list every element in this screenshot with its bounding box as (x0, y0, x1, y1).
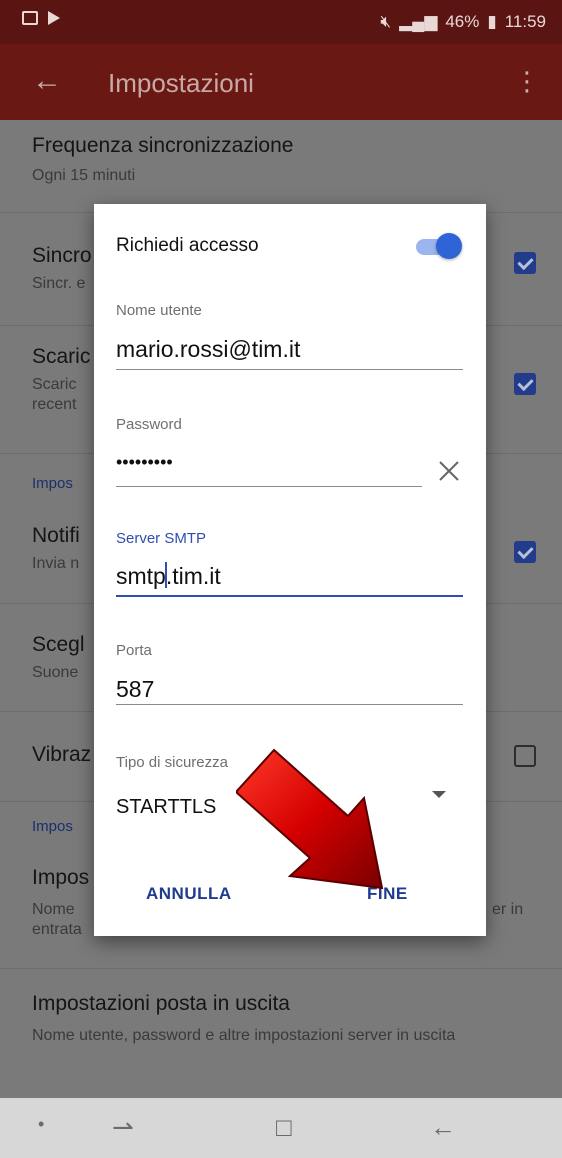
mute-icon: 🔇︎ (380, 12, 392, 31)
battery-icon: ▮ (487, 12, 497, 31)
require-access-toggle[interactable] (436, 233, 462, 259)
username-field[interactable]: mario.rossi@tim.it (116, 336, 300, 363)
app-bar: ← Impostazioni ⋮ (0, 44, 562, 120)
setting-title: Notifi (32, 524, 80, 547)
smtp-server-field[interactable]: smtp.tim.it (116, 562, 221, 590)
password-field[interactable]: ••••••••• (116, 452, 173, 473)
security-type-select[interactable]: STARTTLS (116, 796, 216, 819)
port-underline (116, 704, 463, 705)
signal-icon: ▂▄▆ (399, 12, 438, 31)
setting-title: Frequenza sincronizzazione (32, 134, 294, 157)
status-bar: 🔇︎ ▂▄▆ 46% ▮ 11:59 (0, 0, 562, 44)
setting-title: Scaric (32, 345, 91, 368)
red-arrow-annotation (236, 748, 384, 890)
setting-subtitle: Nome utente, password e altre impostazio… (32, 1027, 456, 1044)
setting-title: Impos (32, 866, 90, 889)
setting-sync-frequency[interactable]: Frequenza sincronizzazione Ogni 15 minut… (0, 120, 562, 213)
section-header: Impos (32, 818, 73, 835)
more-vert-icon[interactable]: ⋮ (514, 66, 540, 97)
setting-title: Sincro (32, 244, 92, 267)
setting-title: Impostazioni posta in uscita (32, 992, 290, 1015)
smtp-server-label: Server SMTP (116, 530, 207, 547)
security-type-label: Tipo di sicurezza (116, 754, 228, 771)
home-icon[interactable]: □ (276, 1112, 292, 1143)
setting-title: Vibraz (32, 743, 92, 766)
gallery-icon (22, 11, 38, 25)
setting-subtitle: Ogni 15 minuti (32, 167, 136, 184)
recent-apps-icon[interactable]: ⇀ (112, 1112, 134, 1143)
password-label: Password (116, 416, 182, 433)
play-store-icon (48, 11, 60, 25)
sync-checkbox[interactable] (514, 252, 536, 274)
navigation-bar: • ⇀ □ ← (0, 1098, 562, 1158)
setting-subtitle-tail: er in (492, 901, 524, 918)
clear-icon[interactable] (434, 456, 464, 486)
page-title: Impostazioni (108, 68, 254, 98)
notifications-checkbox[interactable] (514, 541, 536, 563)
cancel-button[interactable]: ANNULLA (146, 884, 232, 904)
section-header: Impos (32, 475, 73, 492)
setting-outgoing[interactable]: Impostazioni posta in uscita Nome utente… (0, 968, 562, 1098)
battery-percent: 46% (445, 12, 480, 31)
username-label: Nome utente (116, 302, 202, 319)
vibrate-checkbox[interactable] (514, 745, 536, 767)
dot-icon[interactable]: • (38, 1114, 44, 1135)
password-underline (116, 486, 422, 487)
username-underline (116, 369, 463, 370)
download-checkbox[interactable] (514, 373, 536, 395)
clock: 11:59 (504, 12, 546, 31)
setting-title: Scegl (32, 633, 85, 656)
port-label: Porta (116, 642, 152, 659)
dropdown-arrow-icon[interactable] (432, 791, 446, 798)
arrow-back-icon[interactable]: ← (32, 64, 62, 98)
smtp-server-underline (116, 595, 463, 597)
back-icon[interactable]: ← (430, 1112, 456, 1143)
require-access-label: Richiedi accesso (116, 235, 259, 256)
port-field[interactable]: 587 (116, 676, 154, 703)
